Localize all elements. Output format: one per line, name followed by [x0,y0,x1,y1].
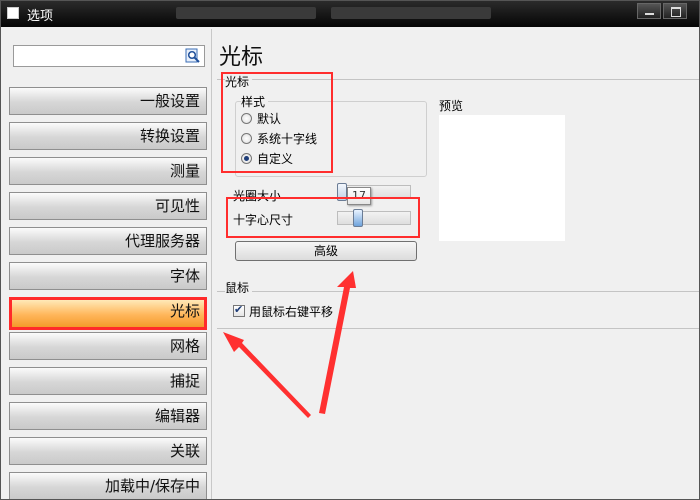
sidebar-item-general[interactable]: 一般设置 [9,87,207,115]
sidebar-item-measurement[interactable]: 测量 [9,157,207,185]
blurred-title-area [176,7,316,19]
title-bar: 选项 [1,1,699,27]
sidebar-item-snap[interactable]: 捕捉 [9,367,207,395]
sidebar-item-association[interactable]: 关联 [9,437,207,465]
right-button-pan-label: 用鼠标右键平移 [249,305,334,319]
right-button-pan-checkbox[interactable]: ✔ [233,303,245,317]
sidebar-item-conversion[interactable]: 转换设置 [9,122,207,150]
minimize-button[interactable] [637,3,661,19]
sidebar-item-editor[interactable]: 编辑器 [9,402,207,430]
sidebar-item-loading-saving[interactable]: 加载中/保存中 [9,472,207,499]
sidebar-item-proxy[interactable]: 代理服务器 [9,227,207,255]
cursor-preview [439,115,565,241]
maximize-button[interactable] [663,3,687,19]
checkmark-icon: ✔ [234,303,244,316]
sidebar-item-grid[interactable]: 网格 [9,332,207,360]
sidebar-item-cursor[interactable]: 光标 [9,297,207,330]
highlight-style-options [221,72,333,173]
search-input[interactable] [13,45,205,67]
sidebar: 一般设置 转换设置 测量 可见性 代理服务器 字体 光标 网格 捕捉 编辑器 关… [3,29,211,499]
app-icon [7,7,19,19]
highlight-crosshair-size [226,197,420,238]
options-window: 选项 一般设置 转换设置 测量 可见性 代理服务器 字体 光标 网格 捕捉 编辑… [0,0,700,500]
advanced-button[interactable]: 高级 [235,241,417,261]
sidebar-item-font[interactable]: 字体 [9,262,207,290]
mouse-group-label: 鼠标 [225,279,253,296]
window-title: 选项 [27,9,54,24]
page-title: 光标 [219,45,264,70]
sidebar-divider [211,29,212,499]
preview-label: 预览 [439,99,464,113]
search-icon[interactable] [185,48,201,64]
sidebar-item-visibility[interactable]: 可见性 [9,192,207,220]
blurred-title-area [331,7,491,19]
